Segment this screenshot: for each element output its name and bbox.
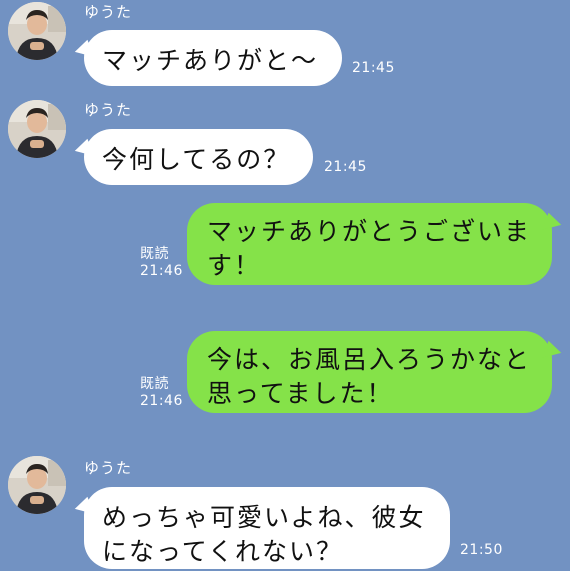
message-time: 21:46 (140, 263, 183, 279)
message-bubble[interactable]: マッチありがと〜 (84, 30, 342, 86)
message-bubble[interactable]: 今は、お風呂入ろうかなと 思ってました！ (187, 331, 552, 413)
message-bubble[interactable]: めっちゃ可愛いよね、彼女 になってくれない？ (84, 487, 450, 569)
avatar[interactable] (8, 456, 66, 514)
sender-name: ゆうた (84, 3, 133, 21)
message-bubble[interactable]: 今何してるの？ (84, 129, 313, 185)
avatar[interactable] (8, 100, 66, 158)
message-bubble[interactable]: マッチありがとうございま す！ (187, 203, 552, 285)
message-time: 21:46 (140, 393, 183, 409)
read-receipt: 既読 21:46 (140, 246, 183, 280)
message-time: 21:50 (460, 542, 503, 558)
sender-name: ゆうた (84, 459, 133, 477)
read-receipt: 既読 21:46 (140, 376, 183, 410)
sender-name: ゆうた (84, 101, 133, 119)
avatar[interactable] (8, 2, 66, 60)
message-time: 21:45 (324, 159, 367, 175)
message-time: 21:45 (352, 60, 395, 76)
profile-photo-icon (8, 100, 66, 158)
profile-photo-icon (8, 456, 66, 514)
chat-area[interactable]: ゆうた マッチありがと〜 21:45 ゆうた 今何してるの？ 21:45 既読 … (0, 0, 570, 571)
read-status: 既読 (140, 376, 169, 392)
read-status: 既読 (140, 246, 169, 262)
profile-photo-icon (8, 2, 66, 60)
